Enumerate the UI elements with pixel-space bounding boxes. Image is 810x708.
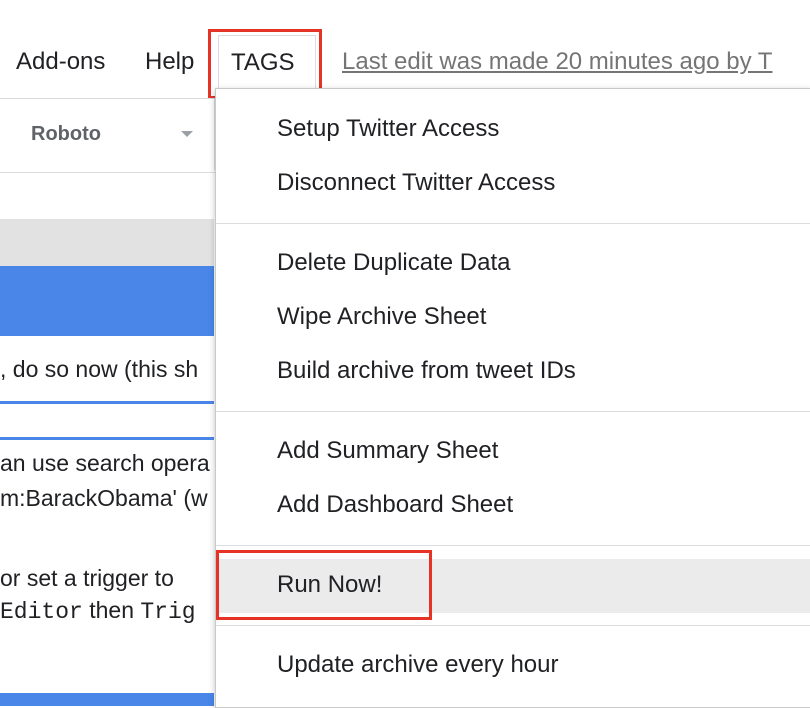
cell-text-4[interactable]: or set a trigger to	[0, 565, 214, 592]
menu-separator	[216, 625, 810, 626]
menu-item-label: Setup Twitter Access	[277, 115, 500, 142]
menu-item-label: Add Dashboard Sheet	[277, 491, 514, 518]
cell-text-1[interactable]: , do so now (this sh	[0, 356, 214, 383]
cell-border-2	[0, 437, 214, 440]
cell-text-5[interactable]: Editor then Trig	[0, 597, 214, 625]
menu-item-update-archive-every-hour[interactable]: Update archive every hour	[216, 639, 810, 693]
cell-border-1	[0, 401, 214, 404]
menu-tags-label: TAGS	[231, 49, 295, 76]
chevron-down-icon	[181, 131, 193, 137]
menu-item-add-summary-sheet[interactable]: Add Summary Sheet	[216, 425, 810, 479]
column-header-bar	[0, 219, 214, 266]
font-family-select[interactable]: Roboto	[0, 99, 215, 170]
row-highlight-bottom	[0, 693, 214, 706]
menu-item-delete-duplicate-data[interactable]: Delete Duplicate Data	[216, 237, 810, 291]
cell-text-2[interactable]: an use search opera	[0, 450, 214, 477]
menu-item-disconnect-twitter-access[interactable]: Disconnect Twitter Access	[216, 157, 810, 211]
run-now-highlight-box	[216, 550, 432, 620]
menu-item-label: Wipe Archive Sheet	[277, 303, 487, 330]
cell-text-5-code-1: Editor	[0, 599, 83, 625]
menu-item-label: Delete Duplicate Data	[277, 249, 511, 276]
menu-item-label: Build archive from tweet IDs	[277, 357, 576, 384]
menu-item-add-dashboard-sheet[interactable]: Add Dashboard Sheet	[216, 479, 810, 533]
menu-item-label: Update archive every hour	[277, 651, 559, 678]
menu-separator	[216, 411, 810, 412]
cell-text-5-plain: then	[82, 597, 141, 623]
menu-item-label: Disconnect Twitter Access	[277, 169, 556, 196]
header-row	[0, 266, 214, 336]
cell-text-3[interactable]: m:BarackObama' (w	[0, 485, 214, 512]
font-family-value: Roboto	[31, 123, 101, 145]
menu-separator	[216, 223, 810, 224]
menu-item-build-archive-from-tweet-ids[interactable]: Build archive from tweet IDs	[216, 345, 810, 399]
last-edit-link[interactable]: Last edit was made 20 minutes ago by T	[342, 48, 772, 76]
menu-item-setup-twitter-access[interactable]: Setup Twitter Access	[216, 103, 810, 157]
cell-text-5-code-2: Trig	[140, 599, 196, 625]
menu-separator	[216, 545, 810, 546]
menu-item-label: Add Summary Sheet	[277, 437, 499, 464]
menu-item-wipe-archive-sheet[interactable]: Wipe Archive Sheet	[216, 291, 810, 345]
menu-add-ons[interactable]: Add-ons	[16, 48, 105, 76]
menu-help[interactable]: Help	[145, 48, 194, 76]
